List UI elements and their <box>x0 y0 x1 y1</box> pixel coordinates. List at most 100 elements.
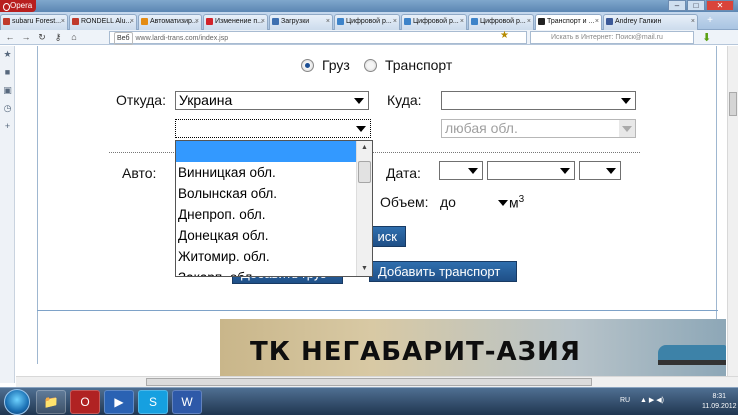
tray-icons[interactable]: ▲ ▶ ◀) <box>640 396 664 406</box>
downloads-icon[interactable]: ▣ <box>3 86 12 95</box>
radio-transport[interactable] <box>364 59 377 72</box>
tab-close-icon[interactable]: × <box>527 15 531 29</box>
tab-transport-active[interactable]: Транспорт и ... × <box>535 14 602 30</box>
chevron-down-icon <box>468 168 478 174</box>
tab-andrey-galkin[interactable]: Andrey Галкин × <box>603 14 698 30</box>
dropdown-option[interactable] <box>176 141 372 162</box>
tab-close-icon[interactable]: × <box>261 15 265 29</box>
tab-izmenenie[interactable]: Изменение п... × <box>203 14 268 30</box>
dropdown-option[interactable]: Волынская обл. <box>176 183 372 204</box>
language-indicator[interactable]: RU <box>620 396 630 406</box>
date-day-select[interactable] <box>439 161 483 180</box>
tab-favicon <box>337 18 344 25</box>
window-titlebar: Opera – □ ✕ <box>0 0 738 12</box>
bookmark-star-icon[interactable]: ★ <box>500 30 509 41</box>
taskbar-skype-icon[interactable]: S <box>138 390 168 414</box>
bookmarks-star-icon[interactable]: ★ <box>3 50 12 59</box>
dropdown-scrollbar[interactable]: ▲ ▼ <box>356 141 372 276</box>
tab-close-icon[interactable]: × <box>691 15 695 29</box>
truck-image <box>658 345 726 365</box>
scroll-down-icon[interactable]: ▼ <box>357 262 372 276</box>
banner-title: ТК НЕГАБАРИТ-АЗИЯ <box>250 337 581 367</box>
tab-label: Изменение п... <box>215 18 263 25</box>
scroll-thumb[interactable] <box>358 161 371 183</box>
tab-close-icon[interactable]: × <box>61 15 65 29</box>
scroll-thumb[interactable] <box>146 378 592 386</box>
tab-cifrovoy-1[interactable]: Цифровой р... × <box>334 14 400 30</box>
new-tab-button[interactable]: + <box>703 15 717 28</box>
radio-cargo[interactable] <box>301 59 314 72</box>
dropdown-option[interactable]: Винницкая обл. <box>176 162 372 183</box>
date-year-select[interactable] <box>579 161 621 180</box>
volume-unit-sup: 3 <box>518 194 525 205</box>
notes-icon[interactable]: ■ <box>3 68 12 77</box>
dropdown-option[interactable]: Днепроп. обл. <box>176 204 372 225</box>
forward-arrow-icon[interactable]: → <box>20 31 32 44</box>
home-icon[interactable]: ⌂ <box>68 31 80 44</box>
advert-banner[interactable]: ТК НЕГАБАРИТ-АЗИЯ <box>220 319 726 376</box>
tab-close-icon[interactable]: × <box>460 15 464 29</box>
dropdown-option[interactable]: Закарп. обл. <box>176 267 372 276</box>
close-window-button[interactable]: ✕ <box>706 0 734 11</box>
add-panel-icon[interactable]: + <box>3 122 12 131</box>
add-transport-button[interactable]: Добавить транспорт <box>369 261 517 282</box>
tab-zagruzki[interactable]: Загрузки × <box>269 14 333 30</box>
download-arrow-icon[interactable]: ⬇ <box>702 31 711 44</box>
tab-label: Автоматизир... <box>150 18 198 25</box>
dropdown-option[interactable]: Житомир. обл. <box>176 246 372 267</box>
tab-close-icon[interactable]: × <box>595 15 599 29</box>
key-icon[interactable]: ⚷ <box>52 31 64 44</box>
from-label: Откуда: <box>116 92 166 108</box>
tab-avtomatizir[interactable]: Автоматизир... × <box>138 14 202 30</box>
chevron-down-icon <box>498 200 508 206</box>
taskbar-word-icon[interactable]: W <box>172 390 202 414</box>
opera-menu-button[interactable]: Opera <box>0 0 36 12</box>
minimize-button[interactable]: – <box>668 0 686 11</box>
page-vertical-scrollbar[interactable] <box>727 46 738 376</box>
tab-subaru[interactable]: subaru Forest... × <box>0 14 68 30</box>
to-region-select[interactable]: любая обл. <box>441 119 636 138</box>
tab-favicon <box>141 18 148 25</box>
start-button[interactable] <box>4 389 30 415</box>
taskbar-opera-icon[interactable]: O <box>70 390 100 414</box>
tray-clock[interactable]: 8:31 11.09.2012 <box>702 392 737 412</box>
tab-close-icon[interactable]: × <box>393 15 397 29</box>
date-month-select[interactable] <box>487 161 575 180</box>
taskbar-explorer-icon[interactable]: 📁 <box>36 390 66 414</box>
to-label: Куда: <box>387 92 422 108</box>
history-clock-icon[interactable]: ◷ <box>3 104 12 113</box>
reload-icon[interactable]: ↻ <box>36 31 48 44</box>
to-region-value: любая обл. <box>445 120 518 136</box>
side-panel: ★ ■ ▣ ◷ + <box>0 46 15 383</box>
tab-favicon <box>606 18 613 25</box>
dropdown-option[interactable]: Донецкая обл. <box>176 225 372 246</box>
taskbar-media-player-icon[interactable]: ▶ <box>104 390 134 414</box>
from-country-select[interactable]: Украина <box>175 91 369 110</box>
tab-favicon <box>538 18 545 25</box>
maximize-button[interactable]: □ <box>687 0 705 11</box>
volume-prefix: до <box>440 194 456 210</box>
tab-favicon <box>72 18 79 25</box>
url-field[interactable]: Веб www.lardi-trans.com/index.jsp <box>109 31 527 45</box>
tab-cifrovoy-3[interactable]: Цифровой р... × <box>468 14 534 30</box>
system-tray: RU ▲ ▶ ◀) 8:31 11.09.2012 <box>616 392 737 412</box>
to-country-select[interactable] <box>441 91 636 110</box>
region-dropdown-list[interactable]: Винницкая обл. Волынская обл. Днепроп. о… <box>175 140 373 277</box>
tab-close-icon[interactable]: × <box>130 15 134 29</box>
tab-cifrovoy-2[interactable]: Цифровой р... × <box>401 14 467 30</box>
scroll-thumb[interactable] <box>729 92 737 116</box>
scroll-up-icon[interactable]: ▲ <box>357 141 372 155</box>
chevron-down-icon <box>356 126 366 132</box>
tab-rondell[interactable]: RONDELL Alu... × <box>69 14 137 30</box>
back-arrow-icon[interactable]: ← <box>4 31 16 44</box>
volume-select[interactable] <box>462 192 510 211</box>
chevron-down-icon <box>619 120 635 137</box>
tab-favicon <box>404 18 411 25</box>
web-page: Груз Транспорт Откуда: Украина Куда: люб… <box>16 46 726 376</box>
tab-close-icon[interactable]: × <box>195 15 199 29</box>
address-toolbar: ← → ↻ ⚷ ⌂ Веб www.lardi-trans.com/index.j… <box>0 30 738 45</box>
search-input[interactable]: Искать в Интернет: Поиск@mail.ru <box>530 31 694 44</box>
tab-close-icon[interactable]: × <box>326 15 330 29</box>
page-horizontal-scrollbar[interactable] <box>16 376 738 387</box>
from-region-select[interactable] <box>175 119 371 138</box>
